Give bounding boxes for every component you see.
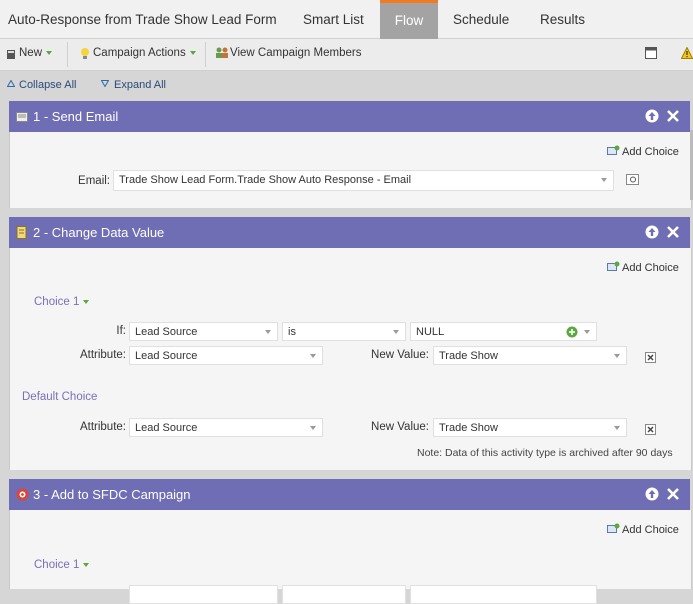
toolbar-divider bbox=[67, 42, 68, 67]
email-value: Trade Show Lead Form.Trade Show Auto Res… bbox=[119, 174, 412, 186]
if-value-input[interactable] bbox=[410, 585, 597, 604]
data-value-icon bbox=[16, 226, 27, 239]
add-value-icon[interactable] bbox=[566, 326, 578, 338]
chevron-down-icon bbox=[265, 330, 271, 334]
close-icon[interactable] bbox=[666, 487, 680, 501]
add-choice-icon bbox=[607, 145, 620, 155]
campaign-actions-button[interactable]: Campaign Actions bbox=[93, 47, 196, 59]
window-icon[interactable] bbox=[645, 47, 657, 59]
default-attribute-value: Lead Source bbox=[135, 422, 198, 434]
remove-choice-icon[interactable] bbox=[645, 352, 656, 363]
collapse-icon bbox=[7, 80, 15, 87]
add-choice-link[interactable]: Add Choice bbox=[622, 262, 679, 274]
choice-label[interactable]: Choice 1 bbox=[34, 296, 90, 308]
attribute-select[interactable]: Lead Source bbox=[129, 346, 323, 365]
if-field-value: Lead Source bbox=[135, 326, 198, 338]
attribute-value: Lead Source bbox=[135, 350, 198, 362]
flow-step-body: Add Choice Choice 1 If: Lead Source is N… bbox=[9, 248, 692, 470]
tab-smart-list[interactable]: Smart List bbox=[303, 12, 364, 27]
if-operator-select[interactable] bbox=[282, 585, 406, 604]
if-label: If: bbox=[116, 325, 126, 337]
choice-label[interactable]: Choice 1 bbox=[34, 559, 90, 571]
chevron-down-icon bbox=[189, 50, 196, 55]
chevron-down-icon bbox=[614, 354, 620, 358]
new-value-label: New Value: bbox=[371, 349, 429, 361]
view-campaign-members-button[interactable]: View Campaign Members bbox=[230, 47, 361, 59]
move-up-icon[interactable] bbox=[645, 225, 659, 239]
archive-note: Note: Data of this activity type is arch… bbox=[417, 447, 673, 459]
new-icon bbox=[7, 50, 15, 59]
flow-step-body: Add Choice Email: Trade Show Lead Form.T… bbox=[9, 132, 692, 208]
add-choice-icon bbox=[607, 523, 620, 533]
attribute-label: Attribute: bbox=[79, 349, 126, 361]
chevron-down-icon bbox=[614, 426, 620, 430]
if-value-text: NULL bbox=[416, 326, 445, 338]
if-field-select[interactable] bbox=[129, 585, 278, 604]
if-operator-value: is bbox=[288, 326, 296, 338]
flow-step-header[interactable]: 1 - Send Email bbox=[9, 101, 690, 132]
default-new-value-text: Trade Show bbox=[439, 422, 498, 434]
chevron-down-icon bbox=[310, 426, 316, 430]
step-title: 3 - Add to SFDC Campaign bbox=[33, 487, 191, 502]
tab-schedule[interactable]: Schedule bbox=[453, 12, 509, 27]
email-icon bbox=[16, 112, 28, 122]
people-icon bbox=[216, 47, 228, 58]
expand-icon bbox=[101, 80, 109, 87]
new-value-select[interactable]: Trade Show bbox=[433, 346, 627, 365]
remove-choice-icon[interactable] bbox=[645, 424, 656, 435]
sfdc-campaign-icon bbox=[16, 488, 29, 501]
move-up-icon[interactable] bbox=[645, 109, 659, 123]
default-attribute-label: Attribute: bbox=[79, 421, 126, 433]
chevron-down-icon bbox=[310, 354, 316, 358]
preview-icon[interactable] bbox=[626, 174, 640, 186]
chevron-down-icon bbox=[83, 562, 90, 567]
new-value-text: Trade Show bbox=[439, 350, 498, 362]
campaign-actions-label: Campaign Actions bbox=[93, 47, 186, 59]
tab-results[interactable]: Results bbox=[540, 12, 585, 27]
default-choice-label: Default Choice bbox=[22, 391, 98, 403]
close-icon[interactable] bbox=[666, 225, 680, 239]
flow-step-header[interactable]: 2 - Change Data Value bbox=[9, 217, 690, 248]
new-menu-button[interactable]: New bbox=[19, 47, 53, 59]
chevron-down-icon bbox=[83, 299, 90, 304]
chevron-down-icon bbox=[393, 330, 399, 334]
expand-all-link[interactable]: Expand All bbox=[114, 79, 166, 91]
warning-icon[interactable] bbox=[681, 47, 693, 59]
default-attribute-select[interactable]: Lead Source bbox=[129, 418, 323, 437]
chevron-down-icon bbox=[601, 178, 607, 182]
add-choice-icon bbox=[607, 261, 620, 271]
add-choice-link[interactable]: Add Choice bbox=[622, 146, 679, 158]
if-field-select[interactable]: Lead Source bbox=[129, 322, 278, 341]
step-title: 1 - Send Email bbox=[33, 109, 119, 124]
if-value-input[interactable]: NULL bbox=[410, 322, 597, 341]
choice-label-text: Choice 1 bbox=[34, 559, 80, 571]
lightbulb-icon bbox=[81, 48, 89, 59]
close-icon[interactable] bbox=[666, 109, 680, 123]
new-label: New bbox=[19, 47, 43, 59]
email-select[interactable]: Trade Show Lead Form.Trade Show Auto Res… bbox=[113, 170, 614, 191]
campaign-title: Auto-Response from Trade Show Lead Form bbox=[8, 12, 277, 27]
default-new-value-select[interactable]: Trade Show bbox=[433, 418, 627, 437]
default-new-value-label: New Value: bbox=[371, 421, 429, 433]
if-operator-select[interactable]: is bbox=[282, 322, 406, 341]
collapse-all-link[interactable]: Collapse All bbox=[19, 79, 76, 91]
move-up-icon[interactable] bbox=[645, 487, 659, 501]
step-title: 2 - Change Data Value bbox=[33, 225, 165, 240]
chevron-down-icon bbox=[46, 50, 53, 55]
toolbar-divider bbox=[205, 42, 206, 67]
add-choice-link[interactable]: Add Choice bbox=[622, 524, 679, 536]
flow-step-header[interactable]: 3 - Add to SFDC Campaign bbox=[9, 479, 690, 510]
email-label: Email: bbox=[78, 175, 110, 187]
tab-flow[interactable]: Flow bbox=[380, 0, 438, 39]
flow-step-body: Add Choice Choice 1 bbox=[9, 510, 692, 604]
choice-label-text: Choice 1 bbox=[34, 296, 80, 308]
chevron-down-icon bbox=[584, 330, 590, 334]
